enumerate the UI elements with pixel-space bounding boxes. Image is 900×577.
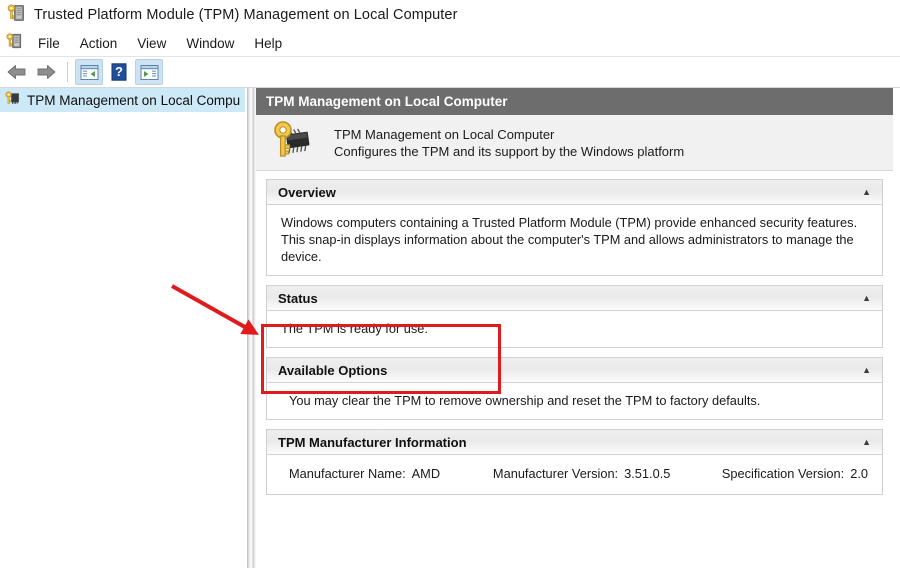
specification-version-field: Specification Version: 2.0 (722, 465, 868, 482)
window-title: Trusted Platform Module (TPM) Management… (34, 7, 458, 23)
banner-title: TPM Management on Local Computer (334, 126, 555, 142)
show-console-tree-button[interactable] (75, 59, 103, 85)
chevron-up-icon[interactable]: ▲ (862, 293, 874, 303)
action-pane-icon (140, 64, 158, 80)
result-pane: TPM Management on Local Computer TPM Man… (256, 88, 900, 568)
section-status: Status ▲ The TPM is ready for use. (266, 285, 883, 348)
show-action-pane-button[interactable] (135, 59, 163, 85)
chevron-up-icon[interactable]: ▲ (862, 187, 874, 197)
section-tpm-manufacturer-information-body: Manufacturer Name: AMD Manufacturer Versi… (267, 455, 882, 494)
section-available-options-body: You may clear the TPM to remove ownershi… (289, 393, 761, 408)
menu-file[interactable]: File (29, 34, 69, 53)
section-status-title: Status (278, 290, 318, 306)
section-status-body: The TPM is ready for use. (281, 321, 428, 336)
arrow-left-icon (7, 65, 26, 79)
window-titlebar: Trusted Platform Module (TPM) Management… (0, 0, 900, 30)
section-tpm-manufacturer-information-header[interactable]: TPM Manufacturer Information ▲ (267, 430, 882, 455)
section-status-header[interactable]: Status ▲ (267, 286, 882, 311)
section-tpm-manufacturer-information: TPM Manufacturer Information ▲ Manufactu… (266, 429, 883, 495)
section-available-options-header[interactable]: Available Options ▲ (267, 358, 882, 383)
manufacturer-info-row: Manufacturer Name: AMD Manufacturer Versi… (281, 461, 868, 484)
svg-text:?: ? (115, 64, 123, 79)
menu-action[interactable]: Action (71, 34, 127, 53)
chevron-up-icon[interactable]: ▲ (862, 365, 874, 375)
toolbar: ? (0, 57, 900, 88)
section-overview-body: Windows computers containing a Trusted P… (281, 215, 858, 264)
back-button[interactable] (4, 60, 30, 84)
pane-splitter[interactable] (245, 88, 256, 568)
tpm-key-chip-icon (5, 32, 23, 55)
forward-button[interactable] (33, 60, 59, 84)
main-split: TPM Management on Local Compu TPM Manage… (0, 88, 900, 568)
chevron-up-icon[interactable]: ▲ (862, 437, 874, 447)
sections-list: Overview ▲ Windows computers containing … (256, 171, 893, 495)
result-pane-body: TPM Management on Local Computer Configu… (256, 115, 900, 495)
manufacturer-version-value: 3.51.0.5 (624, 466, 671, 481)
menu-help[interactable]: Help (245, 34, 291, 53)
tree-item-label: TPM Management on Local Compu (27, 92, 241, 108)
tpm-key-chip-icon (4, 90, 21, 110)
banner-subtitle: Configures the TPM and its support by th… (334, 143, 685, 159)
section-available-options-title: Available Options (278, 362, 388, 378)
section-available-options: Available Options ▲ You may clear the TP… (266, 357, 883, 420)
manufacturer-version-field: Manufacturer Version: 3.51.0.5 (493, 465, 722, 482)
manufacturer-name-label: Manufacturer Name: (289, 466, 406, 481)
manufacturer-version-label: Manufacturer Version: (492, 466, 619, 481)
help-button[interactable]: ? (106, 60, 132, 84)
section-overview-title: Overview (278, 184, 336, 200)
menu-view[interactable]: View (128, 34, 175, 53)
specification-version-label: Specification Version: (721, 466, 845, 481)
section-tpm-manufacturer-information-title: TPM Manufacturer Information (278, 434, 467, 450)
toolbar-separator (67, 62, 68, 82)
tpm-key-chip-icon (6, 3, 26, 28)
question-mark-icon: ? (111, 63, 127, 81)
console-tree-pane: TPM Management on Local Compu (0, 88, 245, 568)
result-banner: TPM Management on Local Computer Configu… (256, 115, 893, 171)
manufacturer-name-value: AMD (411, 466, 441, 481)
result-pane-header: TPM Management on Local Computer (256, 88, 893, 115)
arrow-right-icon (37, 65, 56, 79)
tpm-key-chip-icon (268, 118, 316, 167)
tree-item-tpm-management[interactable]: TPM Management on Local Compu (0, 88, 245, 112)
banner-text: TPM Management on Local Computer Configu… (334, 126, 684, 160)
console-tree-icon (80, 64, 98, 80)
manufacturer-name-field: Manufacturer Name: AMD (289, 465, 493, 482)
section-overview-header[interactable]: Overview ▲ (267, 180, 882, 205)
specification-version-value: 2.0 (850, 466, 868, 481)
section-overview: Overview ▲ Windows computers containing … (266, 179, 883, 276)
menu-window[interactable]: Window (177, 34, 243, 53)
menubar: File Action View Window Help (0, 30, 900, 57)
